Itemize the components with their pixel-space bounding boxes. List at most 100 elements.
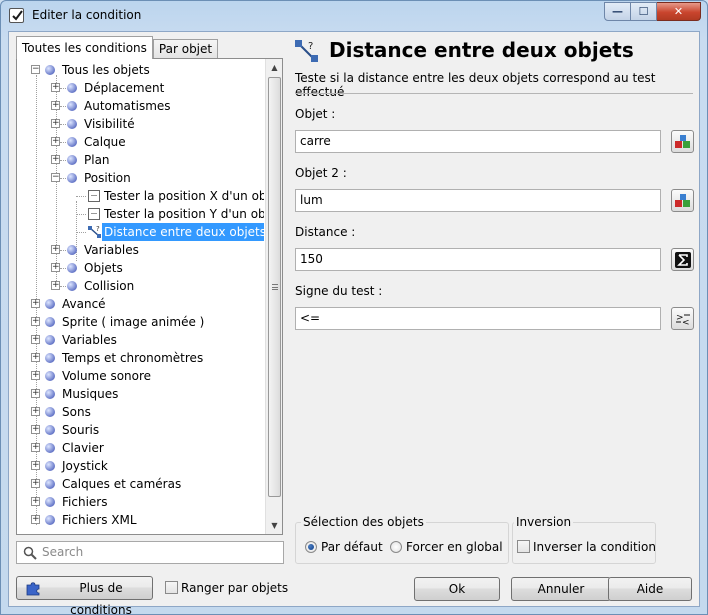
bullet-icon: [67, 173, 77, 183]
expand-icon[interactable]: +: [51, 245, 60, 254]
inverser-checkbox-label[interactable]: Inverser la condition: [533, 540, 656, 554]
param-label-distance: Distance :: [295, 225, 356, 239]
expand-icon[interactable]: +: [51, 281, 60, 290]
param-input-objet[interactable]: carre: [295, 130, 661, 153]
svg-text:<: <: [682, 318, 690, 327]
expand-icon[interactable]: +: [51, 155, 60, 164]
search-placeholder: Search: [42, 545, 84, 559]
sort-by-objects-checkbox[interactable]: [165, 581, 178, 594]
expand-icon[interactable]: +: [31, 515, 40, 524]
condition-tabs: Toutes les conditions Par objet: [16, 36, 219, 59]
expression-editor-button[interactable]: [671, 248, 694, 271]
param-input-distance[interactable]: 150: [295, 248, 661, 271]
expand-icon[interactable]: +: [31, 479, 40, 488]
inverser-checkbox[interactable]: [517, 540, 530, 553]
expand-icon[interactable]: +: [31, 443, 40, 452]
scroll-down-icon[interactable]: ▼: [266, 517, 283, 534]
maximize-button[interactable]: ☐: [631, 2, 657, 21]
sigma-icon: [674, 251, 691, 268]
choose-object-button[interactable]: [671, 130, 694, 153]
objects-icon: [674, 193, 690, 207]
expand-icon[interactable]: +: [31, 407, 40, 416]
collapse-icon[interactable]: −: [51, 173, 60, 182]
bullet-icon: [45, 353, 55, 363]
checkbox-app-icon: [9, 8, 24, 23]
distance-header-icon: ?: [295, 40, 318, 62]
conditions-tree[interactable]: − Tous les objets + Déplacement + Automa…: [17, 61, 264, 533]
ok-button[interactable]: Ok: [414, 577, 500, 601]
objects-icon: [674, 134, 690, 148]
condition-title: Distance entre deux objets: [329, 38, 634, 62]
condition-description: Teste si la distance entre les deux obje…: [295, 71, 656, 99]
radio-forcer-global-label[interactable]: Forcer en global: [406, 540, 503, 554]
title-bar[interactable]: Editer la condition — ☐ ✕: [1, 1, 707, 31]
bullet-icon: [45, 515, 55, 525]
collapse-icon[interactable]: −: [31, 65, 40, 74]
footer-bar: Plus de conditions Ranger par objets Ok …: [9, 570, 699, 615]
bullet-icon: [67, 263, 77, 273]
expand-icon[interactable]: +: [31, 389, 40, 398]
search-icon: [23, 546, 37, 560]
close-button[interactable]: ✕: [657, 2, 701, 21]
bullet-icon: [45, 425, 55, 435]
expand-icon[interactable]: +: [31, 317, 40, 326]
radio-par-defaut[interactable]: [305, 541, 317, 553]
param-input-signe[interactable]: <=: [295, 307, 661, 330]
bullet-icon: [67, 155, 77, 165]
dialog-window: Editer la condition — ☐ ✕ Toutes les con…: [0, 0, 708, 615]
search-input[interactable]: Search: [16, 541, 284, 564]
expand-icon[interactable]: +: [31, 425, 40, 434]
tree-scrollbar[interactable]: ▲ ▼: [265, 59, 282, 534]
expand-icon[interactable]: +: [31, 353, 40, 362]
expand-icon[interactable]: +: [51, 83, 60, 92]
tab-by-object[interactable]: Par objet: [152, 39, 219, 59]
bullet-icon: [45, 497, 55, 507]
expand-icon[interactable]: +: [31, 371, 40, 380]
param-input-objet-2[interactable]: lum: [295, 189, 661, 212]
bullet-icon: [67, 137, 77, 147]
bullet-icon: [45, 407, 55, 417]
radio-forcer-global[interactable]: [390, 541, 402, 553]
dialog-client: Toutes les conditions Par objet − Tous l…: [8, 31, 700, 615]
expand-icon[interactable]: +: [51, 137, 60, 146]
expand-icon[interactable]: +: [31, 497, 40, 506]
conditions-tree-panel: − Tous les objets + Déplacement + Automa…: [16, 58, 283, 535]
scroll-thumb[interactable]: [268, 77, 281, 497]
bullet-icon: [45, 299, 55, 309]
minimize-button[interactable]: —: [604, 2, 631, 21]
scroll-up-icon[interactable]: ▲: [266, 59, 283, 76]
svg-text:?: ?: [308, 41, 313, 52]
more-conditions-button[interactable]: Plus de conditions: [16, 576, 153, 615]
cancel-button[interactable]: Annuler: [511, 577, 611, 601]
param-label-objet-2: Objet 2 :: [295, 166, 347, 180]
condition-page-icon: [88, 190, 100, 202]
bullet-icon: [67, 101, 77, 111]
condition-page-icon: [88, 208, 100, 220]
bullet-icon: [45, 443, 55, 453]
sort-by-objects-label[interactable]: Ranger par objets: [181, 581, 288, 595]
bullet-icon: [45, 461, 55, 471]
selection-group-title: Sélection des objets: [301, 515, 426, 529]
distance-icon: ?: [88, 225, 101, 238]
expand-icon[interactable]: +: [51, 101, 60, 110]
expand-icon[interactable]: +: [31, 335, 40, 344]
bullet-icon: [67, 119, 77, 129]
more-conditions-label: Plus de conditions: [70, 581, 132, 615]
tab-all-conditions[interactable]: Toutes les conditions: [16, 36, 153, 59]
bullet-icon: [45, 335, 55, 345]
svg-text:?: ?: [96, 225, 100, 233]
expand-icon[interactable]: +: [31, 461, 40, 470]
bullet-icon: [45, 371, 55, 381]
expand-icon[interactable]: +: [51, 263, 60, 272]
choose-object-2-button[interactable]: [671, 189, 694, 212]
bullet-icon: [67, 281, 77, 291]
expand-icon[interactable]: +: [51, 119, 60, 128]
radio-par-defaut-label[interactable]: Par défaut: [321, 540, 383, 554]
help-button[interactable]: Aide: [608, 577, 692, 601]
window-title: Editer la condition: [32, 8, 142, 22]
bullet-icon: [45, 317, 55, 327]
expand-icon[interactable]: +: [31, 299, 40, 308]
choose-operator-button[interactable]: > <: [671, 307, 694, 330]
bullet-icon: [67, 83, 77, 93]
bullet-icon: [45, 389, 55, 399]
